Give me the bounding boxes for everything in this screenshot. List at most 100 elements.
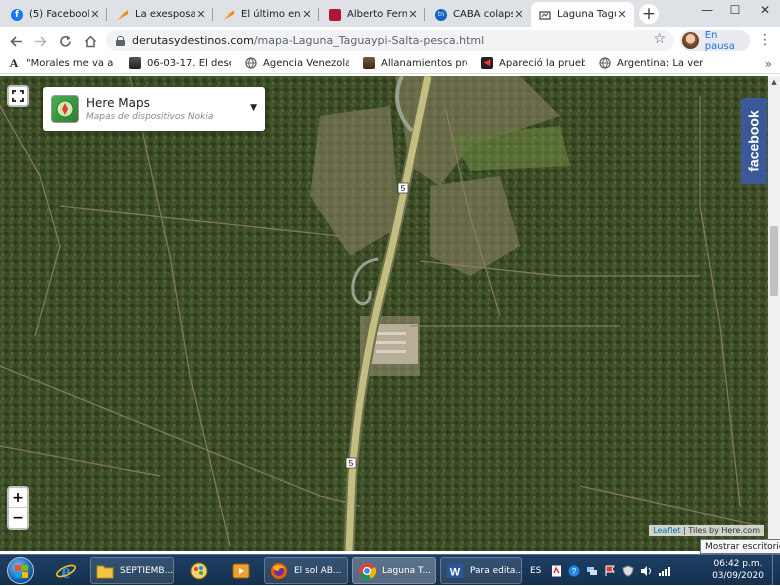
close-tab-icon[interactable]: ✕ — [407, 8, 419, 21]
font-a-icon: A — [9, 55, 19, 70]
url-path: /mapa-Laguna_Taguaypi-Salta-pesca.html — [253, 34, 485, 47]
zoom-in-button[interactable]: + — [9, 488, 27, 508]
facebook-icon: f — [11, 8, 23, 21]
layer-switcher[interactable]: Here Maps Mapas de dispositivos Nokia ▼ — [43, 87, 265, 131]
help-icon[interactable]: ? — [568, 565, 580, 577]
close-tab-icon[interactable]: ✕ — [89, 8, 101, 21]
lock-icon — [116, 35, 125, 46]
page-viewport: 5 5 Here Maps Mapas de dispositivos Noki… — [0, 76, 768, 551]
taskbar-label: Laguna T... — [382, 565, 432, 576]
avatar — [682, 32, 699, 49]
bookmark-star-icon[interactable]: ☆ — [653, 31, 666, 47]
satellite-map[interactable]: 5 5 — [0, 76, 768, 551]
close-window-button[interactable]: ✕ — [750, 0, 780, 20]
media-player-icon — [232, 563, 250, 578]
tab-el-ultimo[interactable]: El último en c ✕ — [215, 2, 319, 27]
signal-icon[interactable] — [658, 565, 671, 577]
flag-alert-icon[interactable] — [604, 565, 616, 577]
language-indicator[interactable]: ES — [530, 566, 541, 576]
forward-button[interactable] — [30, 31, 50, 51]
fullscreen-icon — [12, 90, 24, 102]
taskbar-chrome[interactable]: Laguna T... — [352, 557, 436, 584]
facebook-side-tab[interactable]: facebook — [741, 98, 767, 184]
news-icon — [117, 9, 129, 21]
volume-icon[interactable] — [640, 565, 652, 577]
show-desktop-button[interactable] — [772, 555, 780, 586]
bookmark-label: Apareció la prueba... — [499, 57, 585, 69]
maximize-button[interactable]: ☐ — [720, 0, 750, 20]
tab-alberto[interactable]: Alberto Ferná ✕ — [321, 2, 425, 27]
tab-caba[interactable]: tn CABA colapsa ✕ — [427, 2, 531, 27]
layer-subtitle: Mapas de dispositivos Nokia — [86, 112, 214, 122]
close-tab-icon[interactable]: ✕ — [195, 8, 207, 21]
close-tab-icon[interactable]: ✕ — [513, 8, 525, 21]
bookmark-item[interactable]: ◀ Apareció la prueba... — [473, 53, 591, 74]
chrome-icon — [357, 561, 377, 581]
address-bar[interactable]: derutasydestinos.com/mapa-Laguna_Taguayp… — [106, 30, 674, 51]
bookmark-item[interactable]: 06-03-17. El desesp... — [121, 53, 237, 74]
network-icon[interactable] — [586, 565, 598, 577]
taskbar-firefox[interactable]: El sol AB... — [264, 557, 348, 584]
bookmark-item[interactable]: Agencia Venezolan... — [237, 53, 355, 74]
browser-menu-button[interactable]: ⋮ — [757, 31, 773, 49]
facebook-label: facebook — [746, 110, 762, 172]
profile-button[interactable]: En pausa — [680, 29, 750, 52]
windows-taskbar: e SEPTIEMB... El sol AB... Laguna T... W… — [0, 554, 780, 586]
minimize-icon: — — [701, 3, 713, 17]
scrollbar-thumb[interactable] — [770, 226, 778, 296]
taskbar-word[interactable]: W Para edita... — [440, 557, 522, 584]
page-scrollbar[interactable]: ▲ ▼ — [768, 76, 780, 551]
layer-name: Here Maps — [86, 96, 150, 110]
photo-icon — [363, 57, 375, 69]
start-button[interactable] — [2, 555, 38, 586]
back-button[interactable] — [6, 31, 26, 51]
app-pinned-button[interactable] — [178, 557, 220, 584]
pdf-icon[interactable] — [550, 565, 562, 577]
close-icon: ✕ — [759, 3, 771, 17]
tn-icon: tn — [435, 8, 447, 21]
tab-title: CABA colapsa — [453, 9, 513, 20]
site-icon — [539, 9, 551, 21]
bookmark-item[interactable]: Argentina: La verda... — [591, 53, 709, 74]
tab-exesposa[interactable]: La exesposa d ✕ — [109, 2, 213, 27]
news-icon: ◀ — [481, 57, 493, 69]
zoom-out-button[interactable]: − — [9, 508, 27, 528]
url-text: derutasydestinos.com/mapa-Laguna_Taguayp… — [132, 34, 484, 47]
reload-button[interactable] — [55, 31, 75, 51]
show-desktop-tooltip: Mostrar escritorio — [700, 539, 780, 554]
minimize-button[interactable]: — — [692, 0, 722, 20]
tab-separator — [106, 8, 107, 21]
tab-laguna-active[interactable]: Laguna Tague ✕ — [531, 2, 634, 27]
url-host: derutasydestinos.com — [132, 34, 254, 47]
firefox-icon — [269, 561, 289, 581]
bookmark-item[interactable]: A "Morales me va a m... — [0, 53, 121, 74]
tab-facebook[interactable]: f (5) Facebook ✕ — [3, 2, 107, 27]
road-shield-5: 5 — [345, 457, 357, 469]
taskbar-label: Para edita... — [470, 565, 521, 576]
scroll-up-icon[interactable]: ▲ — [768, 76, 780, 88]
new-tab-button[interactable]: + — [639, 4, 659, 24]
media-pinned-button[interactable] — [220, 557, 262, 584]
shield-icon[interactable] — [622, 564, 634, 577]
tab-separator — [212, 8, 213, 21]
taskbar-explorer[interactable]: SEPTIEMB... — [90, 557, 174, 584]
profile-status: En pausa — [704, 29, 735, 52]
tab-strip: f (5) Facebook ✕ La exesposa d ✕ El últi… — [0, 0, 780, 27]
paint-icon — [190, 562, 208, 579]
taskbar-label: SEPTIEMB... — [120, 565, 173, 576]
back-arrow-icon — [9, 35, 22, 47]
ie-pinned-button[interactable]: e — [45, 557, 87, 584]
fullscreen-button[interactable] — [7, 85, 29, 107]
bookmark-item[interactable]: Allanamientos preel... — [355, 53, 473, 74]
home-button[interactable] — [80, 31, 100, 51]
zoom-control: + − — [7, 486, 29, 530]
more-bookmarks-icon[interactable]: » — [765, 53, 772, 74]
close-tab-icon[interactable]: ✕ — [616, 8, 628, 21]
tab-title: La exesposa d — [135, 9, 195, 20]
close-tab-icon[interactable]: ✕ — [301, 8, 313, 21]
tab-title: El último en c — [241, 9, 301, 20]
svg-text:W: W — [450, 566, 461, 578]
clock[interactable]: 06:42 p.m. 03/09/2020 — [708, 558, 768, 582]
leaflet-link[interactable]: Leaflet — [653, 526, 680, 535]
tab-separator — [424, 8, 425, 21]
